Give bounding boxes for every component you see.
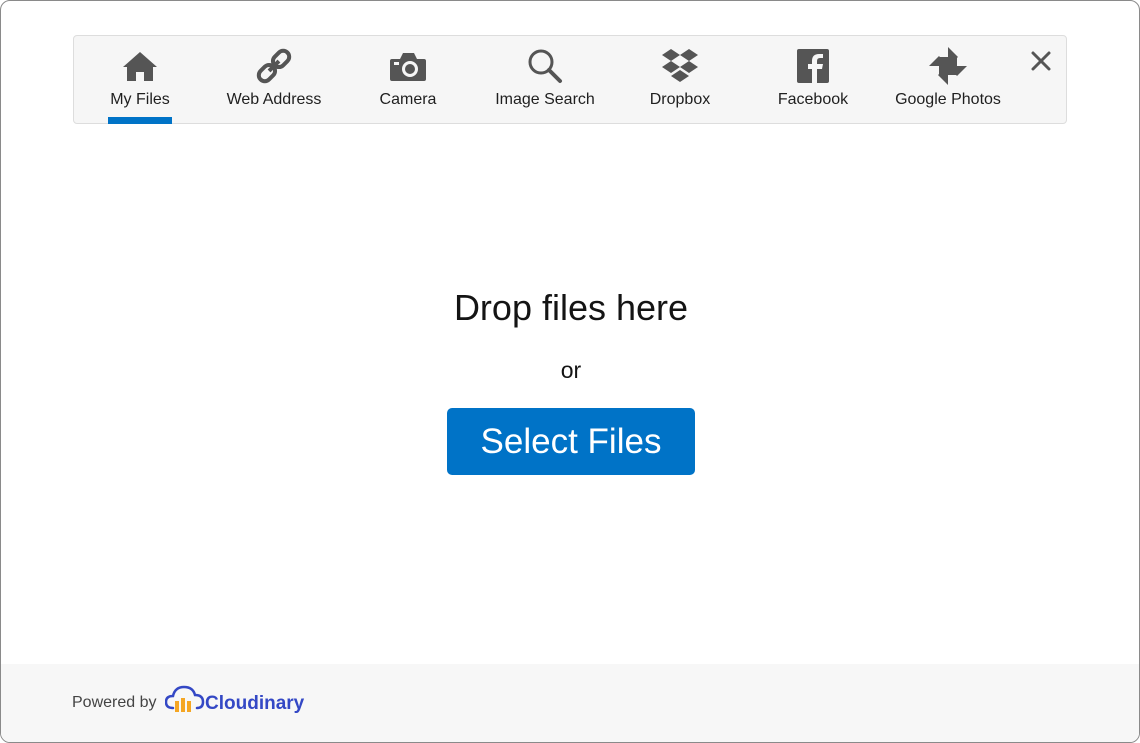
tab-google-photos[interactable]: Google Photos [889, 36, 1007, 124]
tab-label: Dropbox [649, 91, 711, 108]
dropbox-icon [660, 47, 700, 85]
google-photos-icon [928, 47, 968, 85]
tab-label: Image Search [495, 91, 595, 108]
tab-image-search[interactable]: Image Search [486, 36, 604, 124]
tab-label: Camera [379, 91, 437, 108]
powered-by-label: Powered by [72, 694, 157, 711]
tab-my-files[interactable]: My Files [96, 36, 184, 124]
camera-icon [388, 47, 428, 85]
tab-label: Google Photos [895, 91, 1001, 108]
link-icon [254, 47, 294, 85]
drop-zone-title: Drop files here [453, 287, 689, 328]
home-icon [120, 47, 160, 85]
search-icon [525, 47, 565, 85]
tab-dropbox[interactable]: Dropbox [636, 36, 724, 124]
cloudinary-logo-icon [165, 685, 205, 712]
tab-label: My Files [110, 91, 170, 108]
tab-facebook[interactable]: Facebook [769, 36, 857, 124]
drop-zone-or: or [560, 357, 582, 383]
close-icon [1031, 51, 1051, 71]
tab-label: Facebook [777, 91, 849, 108]
cloudinary-brand-name: Cloudinary [205, 693, 305, 714]
footer: Powered by Cloudinary [1, 664, 1139, 742]
source-tab-bar: My Files Web Address Camera Image Search… [73, 35, 1067, 124]
upload-widget: My Files Web Address Camera Image Search… [0, 0, 1140, 743]
close-button[interactable] [1026, 46, 1056, 76]
tab-camera[interactable]: Camera [364, 36, 452, 124]
tab-label: Web Address [226, 91, 322, 108]
active-tab-indicator [108, 117, 172, 124]
tab-web-address[interactable]: Web Address [217, 36, 331, 124]
facebook-icon [793, 47, 833, 85]
select-files-button[interactable]: Select Files [447, 408, 695, 475]
